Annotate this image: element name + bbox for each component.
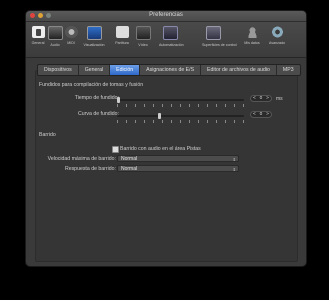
toolbar-midi[interactable]: MIDI <box>60 25 82 45</box>
tab-audio-file-editor[interactable]: Editor de archivos de audio <box>201 65 277 75</box>
tab-devices[interactable]: Dispositivos <box>38 65 79 75</box>
fade-curve-stepper[interactable]: < 0 > <box>250 111 272 118</box>
toolbar-video-label: Vídeo <box>138 43 148 47</box>
toolbar-advanced-label: Avanzado <box>269 41 285 45</box>
scrub-max-speed-select[interactable]: Normal ⇕ <box>117 155 239 162</box>
fade-time-label: Tiempo de fundido: <box>74 95 119 101</box>
toolbar-my-info[interactable]: Mis datos <box>241 25 263 45</box>
user-icon <box>245 26 259 38</box>
toolbar-display[interactable]: Visualización <box>83 25 105 47</box>
scrub-section-title: Barrido <box>39 132 56 138</box>
video-icon <box>135 26 151 40</box>
chevron-updown-icon: ⇕ <box>232 167 236 172</box>
preferences-window: Preferencias General Audio MIDI Visualiz… <box>26 11 306 266</box>
edit-panel: Fundidos para compilación de tomas y fus… <box>35 70 298 262</box>
scrub-response-value: Normal <box>121 166 138 172</box>
toolbar-midi-label: MIDI <box>67 41 75 45</box>
toolbar-score-label: Partitura <box>115 41 129 45</box>
fades-section-title: Fundidos para compilación de tomas y fus… <box>39 82 144 88</box>
toolbar-score[interactable]: Partitura <box>111 25 133 45</box>
toolbar-advanced[interactable]: Avanzado <box>266 25 288 45</box>
decrement-icon[interactable]: < <box>253 96 256 101</box>
fade-time-ticks <box>117 104 244 107</box>
toolbar-control-surfaces-label: Superficies de control <box>202 43 237 47</box>
chevron-updown-icon: ⇕ <box>232 157 236 162</box>
window-title: Preferencias <box>149 12 183 18</box>
preferences-tabs: Dispositivos General Edición Asignacione… <box>37 64 301 76</box>
automation-icon <box>162 26 178 40</box>
toolbar-video[interactable]: Vídeo <box>132 25 154 47</box>
fade-time-slider[interactable] <box>117 97 244 103</box>
display-icon <box>86 26 102 40</box>
general-icon <box>31 26 45 38</box>
fade-curve-ticks <box>117 120 244 123</box>
tab-general[interactable]: General <box>79 65 111 75</box>
advanced-icon <box>270 26 284 38</box>
toolbar-display-label: Visualización <box>83 43 105 47</box>
tab-mp3[interactable]: MP3 <box>277 65 300 75</box>
toolbar-my-info-label: Mis datos <box>244 41 260 45</box>
toolbar-automation[interactable]: Automatización <box>159 25 184 47</box>
scrub-max-speed-label: Velocidad máxima de barrido: <box>47 156 116 162</box>
control-surfaces-icon <box>205 26 221 40</box>
scrub-audio-checkbox[interactable] <box>112 146 119 153</box>
fade-time-value[interactable]: 0 <box>260 96 263 101</box>
tab-editing[interactable]: Edición <box>110 65 141 75</box>
fade-curve-value[interactable]: 0 <box>260 112 263 117</box>
decrement-icon[interactable]: < <box>253 112 256 117</box>
preferences-content: Fundidos para compilación de tomas y fus… <box>26 58 306 266</box>
increment-icon[interactable]: > <box>266 96 269 101</box>
fade-curve-slider[interactable] <box>117 113 244 119</box>
midi-icon <box>64 26 78 38</box>
preferences-toolbar: General Audio MIDI Visualización Partitu… <box>26 22 306 58</box>
fade-curve-label: Curva de fundido: <box>78 111 119 117</box>
scrub-response-select[interactable]: Normal ⇕ <box>117 165 239 172</box>
toolbar-control-surfaces[interactable]: Superficies de control <box>202 25 237 47</box>
fade-curve-slider-knob[interactable] <box>158 113 161 119</box>
scrub-max-speed-value: Normal <box>121 156 138 162</box>
tab-io-assignments[interactable]: Asignaciones de E/S <box>140 65 202 75</box>
fade-time-unit: ms <box>276 96 283 102</box>
scrub-response-label: Respuesta de barrido: <box>64 166 116 172</box>
toolbar-automation-label: Automatización <box>159 43 184 47</box>
increment-icon[interactable]: > <box>266 112 269 117</box>
title-bar: Preferencias <box>26 11 306 22</box>
fade-time-stepper[interactable]: < 0 > <box>250 95 272 102</box>
fade-time-slider-knob[interactable] <box>117 97 120 103</box>
scrub-audio-checkbox-label[interactable]: Barrido con audio en el área Pistas <box>120 146 201 152</box>
score-icon <box>115 26 129 38</box>
